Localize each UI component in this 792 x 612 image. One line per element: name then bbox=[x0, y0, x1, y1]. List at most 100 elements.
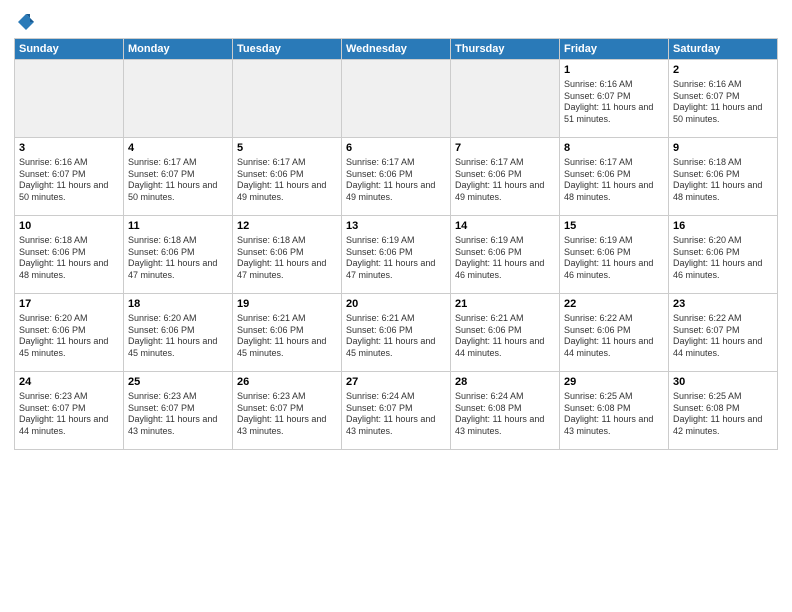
calendar-day-30: 30Sunrise: 6:25 AMSunset: 6:08 PMDayligh… bbox=[669, 372, 778, 450]
calendar-day-12: 12Sunrise: 6:18 AMSunset: 6:06 PMDayligh… bbox=[233, 216, 342, 294]
calendar-day-27: 27Sunrise: 6:24 AMSunset: 6:07 PMDayligh… bbox=[342, 372, 451, 450]
weekday-header-wednesday: Wednesday bbox=[342, 39, 451, 60]
day-info: Sunrise: 6:17 AMSunset: 6:06 PMDaylight:… bbox=[346, 157, 446, 204]
weekday-header-friday: Friday bbox=[560, 39, 669, 60]
day-info: Sunrise: 6:25 AMSunset: 6:08 PMDaylight:… bbox=[673, 391, 773, 438]
day-info: Sunrise: 6:16 AMSunset: 6:07 PMDaylight:… bbox=[673, 79, 773, 126]
calendar-table: SundayMondayTuesdayWednesdayThursdayFrid… bbox=[14, 38, 778, 450]
calendar-day-empty bbox=[124, 60, 233, 138]
calendar-day-18: 18Sunrise: 6:20 AMSunset: 6:06 PMDayligh… bbox=[124, 294, 233, 372]
day-info: Sunrise: 6:25 AMSunset: 6:08 PMDaylight:… bbox=[564, 391, 664, 438]
day-number: 22 bbox=[564, 297, 664, 312]
calendar-day-14: 14Sunrise: 6:19 AMSunset: 6:06 PMDayligh… bbox=[451, 216, 560, 294]
calendar-day-28: 28Sunrise: 6:24 AMSunset: 6:08 PMDayligh… bbox=[451, 372, 560, 450]
day-number: 20 bbox=[346, 297, 446, 312]
logo bbox=[14, 12, 36, 32]
day-info: Sunrise: 6:19 AMSunset: 6:06 PMDaylight:… bbox=[346, 235, 446, 282]
day-info: Sunrise: 6:21 AMSunset: 6:06 PMDaylight:… bbox=[237, 313, 337, 360]
day-info: Sunrise: 6:18 AMSunset: 6:06 PMDaylight:… bbox=[19, 235, 119, 282]
calendar-day-4: 4Sunrise: 6:17 AMSunset: 6:07 PMDaylight… bbox=[124, 138, 233, 216]
day-info: Sunrise: 6:21 AMSunset: 6:06 PMDaylight:… bbox=[455, 313, 555, 360]
day-number: 19 bbox=[237, 297, 337, 312]
calendar-day-11: 11Sunrise: 6:18 AMSunset: 6:06 PMDayligh… bbox=[124, 216, 233, 294]
day-info: Sunrise: 6:17 AMSunset: 6:06 PMDaylight:… bbox=[455, 157, 555, 204]
day-number: 13 bbox=[346, 219, 446, 234]
calendar-week-3: 10Sunrise: 6:18 AMSunset: 6:06 PMDayligh… bbox=[15, 216, 778, 294]
calendar-day-25: 25Sunrise: 6:23 AMSunset: 6:07 PMDayligh… bbox=[124, 372, 233, 450]
day-number: 2 bbox=[673, 63, 773, 78]
day-info: Sunrise: 6:23 AMSunset: 6:07 PMDaylight:… bbox=[128, 391, 228, 438]
calendar-day-10: 10Sunrise: 6:18 AMSunset: 6:06 PMDayligh… bbox=[15, 216, 124, 294]
day-number: 10 bbox=[19, 219, 119, 234]
day-info: Sunrise: 6:24 AMSunset: 6:08 PMDaylight:… bbox=[455, 391, 555, 438]
day-number: 17 bbox=[19, 297, 119, 312]
calendar-week-1: 1Sunrise: 6:16 AMSunset: 6:07 PMDaylight… bbox=[15, 60, 778, 138]
day-number: 14 bbox=[455, 219, 555, 234]
calendar-day-2: 2Sunrise: 6:16 AMSunset: 6:07 PMDaylight… bbox=[669, 60, 778, 138]
calendar-day-13: 13Sunrise: 6:19 AMSunset: 6:06 PMDayligh… bbox=[342, 216, 451, 294]
calendar-day-16: 16Sunrise: 6:20 AMSunset: 6:06 PMDayligh… bbox=[669, 216, 778, 294]
day-number: 27 bbox=[346, 375, 446, 390]
calendar-day-empty bbox=[342, 60, 451, 138]
calendar-day-1: 1Sunrise: 6:16 AMSunset: 6:07 PMDaylight… bbox=[560, 60, 669, 138]
page: SundayMondayTuesdayWednesdayThursdayFrid… bbox=[0, 0, 792, 612]
day-number: 24 bbox=[19, 375, 119, 390]
calendar-day-19: 19Sunrise: 6:21 AMSunset: 6:06 PMDayligh… bbox=[233, 294, 342, 372]
day-info: Sunrise: 6:18 AMSunset: 6:06 PMDaylight:… bbox=[128, 235, 228, 282]
day-info: Sunrise: 6:22 AMSunset: 6:07 PMDaylight:… bbox=[673, 313, 773, 360]
calendar-week-4: 17Sunrise: 6:20 AMSunset: 6:06 PMDayligh… bbox=[15, 294, 778, 372]
day-number: 18 bbox=[128, 297, 228, 312]
day-info: Sunrise: 6:19 AMSunset: 6:06 PMDaylight:… bbox=[564, 235, 664, 282]
day-info: Sunrise: 6:21 AMSunset: 6:06 PMDaylight:… bbox=[346, 313, 446, 360]
day-number: 26 bbox=[237, 375, 337, 390]
day-number: 5 bbox=[237, 141, 337, 156]
weekday-header-monday: Monday bbox=[124, 39, 233, 60]
day-number: 4 bbox=[128, 141, 228, 156]
calendar-day-empty bbox=[451, 60, 560, 138]
calendar-day-6: 6Sunrise: 6:17 AMSunset: 6:06 PMDaylight… bbox=[342, 138, 451, 216]
day-info: Sunrise: 6:23 AMSunset: 6:07 PMDaylight:… bbox=[19, 391, 119, 438]
calendar-day-5: 5Sunrise: 6:17 AMSunset: 6:06 PMDaylight… bbox=[233, 138, 342, 216]
weekday-header-thursday: Thursday bbox=[451, 39, 560, 60]
calendar-day-7: 7Sunrise: 6:17 AMSunset: 6:06 PMDaylight… bbox=[451, 138, 560, 216]
day-number: 30 bbox=[673, 375, 773, 390]
day-info: Sunrise: 6:24 AMSunset: 6:07 PMDaylight:… bbox=[346, 391, 446, 438]
calendar-day-empty bbox=[15, 60, 124, 138]
calendar-header: SundayMondayTuesdayWednesdayThursdayFrid… bbox=[15, 39, 778, 60]
calendar-day-empty bbox=[233, 60, 342, 138]
calendar-day-26: 26Sunrise: 6:23 AMSunset: 6:07 PMDayligh… bbox=[233, 372, 342, 450]
day-number: 7 bbox=[455, 141, 555, 156]
calendar-day-24: 24Sunrise: 6:23 AMSunset: 6:07 PMDayligh… bbox=[15, 372, 124, 450]
calendar-day-8: 8Sunrise: 6:17 AMSunset: 6:06 PMDaylight… bbox=[560, 138, 669, 216]
day-info: Sunrise: 6:17 AMSunset: 6:06 PMDaylight:… bbox=[564, 157, 664, 204]
day-number: 23 bbox=[673, 297, 773, 312]
day-info: Sunrise: 6:18 AMSunset: 6:06 PMDaylight:… bbox=[673, 157, 773, 204]
day-number: 16 bbox=[673, 219, 773, 234]
day-info: Sunrise: 6:20 AMSunset: 6:06 PMDaylight:… bbox=[673, 235, 773, 282]
weekday-header-row: SundayMondayTuesdayWednesdayThursdayFrid… bbox=[15, 39, 778, 60]
calendar-body: 1Sunrise: 6:16 AMSunset: 6:07 PMDaylight… bbox=[15, 60, 778, 450]
logo-icon bbox=[16, 12, 36, 32]
day-number: 29 bbox=[564, 375, 664, 390]
day-info: Sunrise: 6:16 AMSunset: 6:07 PMDaylight:… bbox=[564, 79, 664, 126]
day-info: Sunrise: 6:20 AMSunset: 6:06 PMDaylight:… bbox=[128, 313, 228, 360]
day-info: Sunrise: 6:18 AMSunset: 6:06 PMDaylight:… bbox=[237, 235, 337, 282]
day-info: Sunrise: 6:17 AMSunset: 6:07 PMDaylight:… bbox=[128, 157, 228, 204]
day-info: Sunrise: 6:17 AMSunset: 6:06 PMDaylight:… bbox=[237, 157, 337, 204]
day-info: Sunrise: 6:23 AMSunset: 6:07 PMDaylight:… bbox=[237, 391, 337, 438]
day-info: Sunrise: 6:20 AMSunset: 6:06 PMDaylight:… bbox=[19, 313, 119, 360]
calendar-day-21: 21Sunrise: 6:21 AMSunset: 6:06 PMDayligh… bbox=[451, 294, 560, 372]
day-number: 28 bbox=[455, 375, 555, 390]
calendar-day-23: 23Sunrise: 6:22 AMSunset: 6:07 PMDayligh… bbox=[669, 294, 778, 372]
calendar-day-17: 17Sunrise: 6:20 AMSunset: 6:06 PMDayligh… bbox=[15, 294, 124, 372]
weekday-header-tuesday: Tuesday bbox=[233, 39, 342, 60]
day-number: 6 bbox=[346, 141, 446, 156]
day-number: 15 bbox=[564, 219, 664, 234]
day-number: 3 bbox=[19, 141, 119, 156]
calendar-day-22: 22Sunrise: 6:22 AMSunset: 6:06 PMDayligh… bbox=[560, 294, 669, 372]
calendar-day-20: 20Sunrise: 6:21 AMSunset: 6:06 PMDayligh… bbox=[342, 294, 451, 372]
day-info: Sunrise: 6:22 AMSunset: 6:06 PMDaylight:… bbox=[564, 313, 664, 360]
calendar-day-9: 9Sunrise: 6:18 AMSunset: 6:06 PMDaylight… bbox=[669, 138, 778, 216]
day-info: Sunrise: 6:16 AMSunset: 6:07 PMDaylight:… bbox=[19, 157, 119, 204]
calendar-week-2: 3Sunrise: 6:16 AMSunset: 6:07 PMDaylight… bbox=[15, 138, 778, 216]
